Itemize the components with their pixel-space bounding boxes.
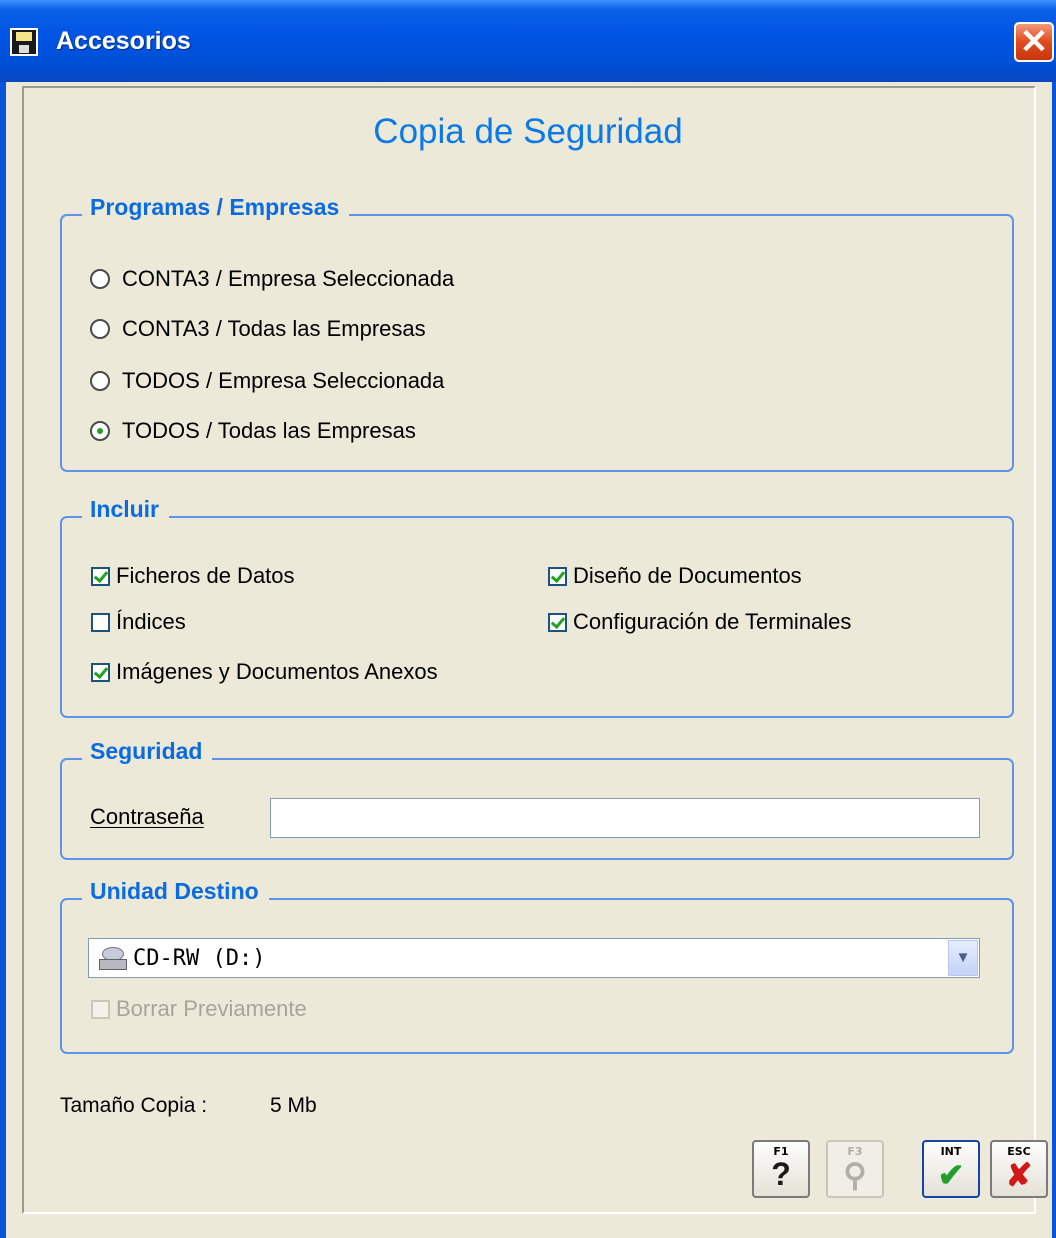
checkbox-configuracion-terminales[interactable]: Configuración de Terminales bbox=[548, 609, 851, 635]
dialog-title: Copia de Seguridad bbox=[373, 112, 683, 151]
accept-icon: ✔ bbox=[937, 1157, 965, 1193]
drive-select-value: CD-RW (D:) bbox=[133, 946, 266, 971]
dropdown-button[interactable]: ▼ bbox=[948, 940, 978, 976]
checkbox[interactable] bbox=[548, 612, 567, 632]
password-label-text: Contraseña bbox=[90, 804, 204, 829]
drive-select[interactable]: CD-RW (D:) ▼ bbox=[88, 938, 980, 978]
checkbox-label: Diseño de Documentos bbox=[573, 563, 802, 588]
checkbox-label: Borrar Previamente bbox=[116, 996, 307, 1021]
radio-button[interactable] bbox=[90, 319, 110, 339]
radio-label: TODOS / Todas las Empresas bbox=[122, 418, 416, 443]
radio-button-selected[interactable] bbox=[90, 421, 110, 441]
checkbox[interactable] bbox=[91, 662, 110, 682]
chevron-down-icon: ▼ bbox=[955, 949, 971, 966]
password-label: Contraseña bbox=[90, 804, 204, 830]
incluir-group: Incluir bbox=[60, 496, 1014, 718]
incluir-legend: Incluir bbox=[82, 496, 170, 523]
copy-size-label: Tamaño Copia : bbox=[60, 1094, 208, 1117]
radio-button[interactable] bbox=[90, 371, 110, 391]
cd-drive-icon bbox=[99, 947, 127, 970]
seguridad-legend: Seguridad bbox=[82, 738, 213, 765]
checkbox[interactable] bbox=[91, 566, 110, 586]
copy-size-value: 5 Mb bbox=[270, 1094, 317, 1117]
unidad-destino-legend: Unidad Destino bbox=[82, 878, 269, 905]
cancel-button[interactable]: ESC ✘ bbox=[990, 1140, 1048, 1198]
search-icon: ⚲ bbox=[843, 1157, 867, 1193]
floppy-disk-icon bbox=[10, 28, 38, 56]
title-bar[interactable]: Accesorios ✕ bbox=[0, 0, 1056, 82]
cancel-icon: ✘ bbox=[1005, 1157, 1033, 1193]
help-button[interactable]: F1 ? bbox=[752, 1140, 810, 1198]
checkbox-label: Imágenes y Documentos Anexos bbox=[116, 659, 438, 684]
radio-label: CONTA3 / Todas las Empresas bbox=[122, 316, 426, 341]
help-icon: ? bbox=[771, 1156, 791, 1192]
radio-conta3-empresa[interactable]: CONTA3 / Empresa Seleccionada bbox=[90, 266, 454, 292]
window-title: Accesorios bbox=[56, 27, 191, 55]
radio-todos-todas[interactable]: TODOS / Todas las Empresas bbox=[90, 418, 416, 444]
radio-todos-empresa[interactable]: TODOS / Empresa Seleccionada bbox=[90, 368, 444, 394]
checkbox-indices[interactable]: Índices bbox=[91, 609, 186, 635]
checkbox[interactable] bbox=[91, 612, 110, 632]
checkbox-ficheros-datos[interactable]: Ficheros de Datos bbox=[91, 563, 295, 589]
radio-label: TODOS / Empresa Seleccionada bbox=[122, 368, 445, 393]
checkbox-imagenes-documentos[interactable]: Imágenes y Documentos Anexos bbox=[91, 659, 438, 685]
checkbox-label: Ficheros de Datos bbox=[116, 563, 295, 588]
checkbox-diseno-documentos[interactable]: Diseño de Documentos bbox=[548, 563, 802, 589]
checkbox[interactable] bbox=[548, 566, 567, 586]
close-icon: ✕ bbox=[1019, 23, 1049, 61]
close-button[interactable]: ✕ bbox=[1014, 22, 1054, 62]
checkbox-label: Índices bbox=[116, 609, 186, 634]
password-input[interactable] bbox=[270, 798, 980, 838]
accept-button[interactable]: INT ✔ bbox=[922, 1140, 980, 1198]
radio-button[interactable] bbox=[90, 269, 110, 289]
checkbox-borrar-previamente[interactable]: Borrar Previamente bbox=[91, 996, 307, 1022]
search-button[interactable]: F3 ⚲ bbox=[826, 1140, 884, 1198]
checkbox-label: Configuración de Terminales bbox=[573, 609, 852, 634]
window-frame-right bbox=[1052, 82, 1056, 1238]
radio-label: CONTA3 / Empresa Seleccionada bbox=[122, 266, 455, 291]
programas-legend: Programas / Empresas bbox=[82, 194, 350, 221]
radio-conta3-todas[interactable]: CONTA3 / Todas las Empresas bbox=[90, 316, 426, 342]
window-frame-left bbox=[0, 82, 6, 1238]
checkbox-disabled[interactable] bbox=[91, 999, 110, 1019]
